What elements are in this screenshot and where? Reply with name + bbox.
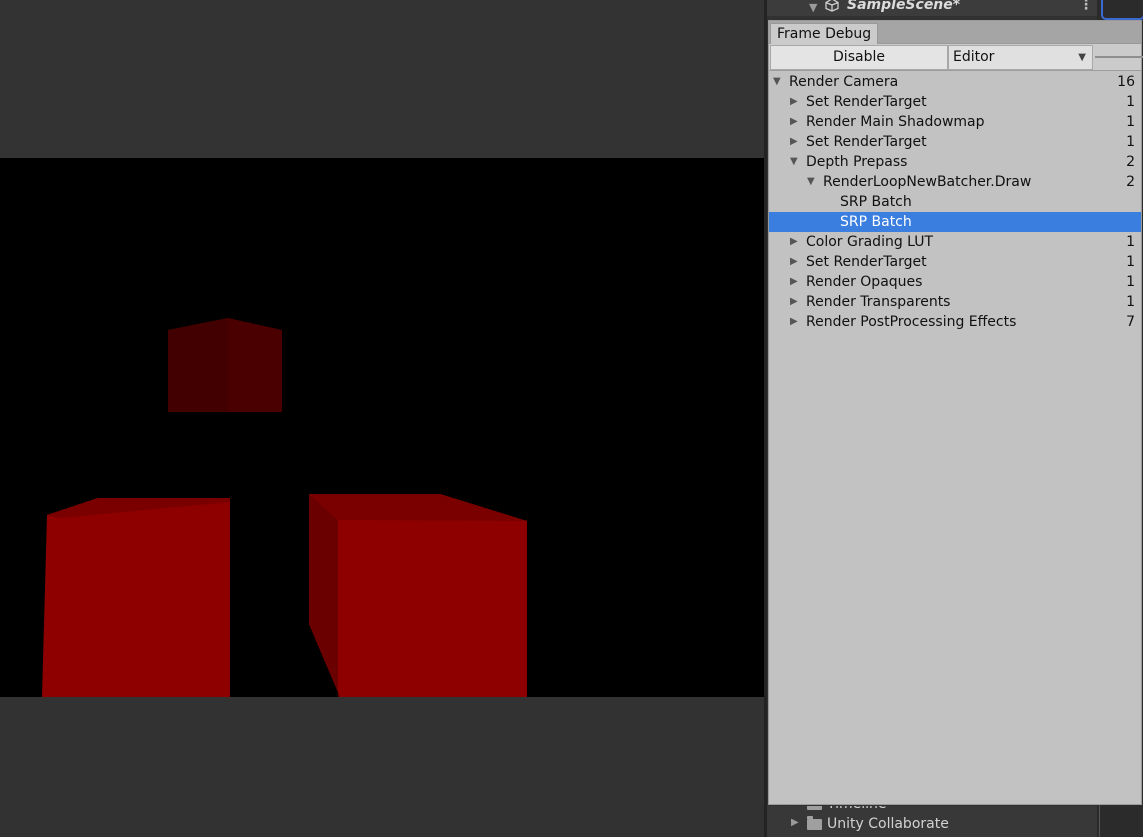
event-draw-count: 1 [1126,94,1135,110]
game-view-bottom-margin [0,697,765,837]
unity-scene-icon [825,0,839,12]
event-row[interactable]: ▶ Render PostProcessing Effects 7 [769,312,1141,332]
event-label: Render Opaques [806,274,923,290]
event-draw-count: 1 [1126,274,1135,290]
event-draw-count: 1 [1126,234,1135,250]
event-draw-count: 7 [1126,314,1135,330]
event-label: Render Transparents [806,294,951,310]
event-label: Render Main Shadowmap [806,114,985,130]
frame-debug-toolbar: Disable Editor ▼ [769,44,1143,71]
target-dropdown-value: Editor [953,49,995,65]
event-label: SRP Batch [840,214,912,230]
triangle-right-icon[interactable]: ▶ [790,232,798,252]
scroll-track [1099,804,1100,837]
event-draw-count: 1 [1126,254,1135,270]
event-row[interactable]: ▶ Set RenderTarget 1 [769,252,1141,272]
event-label: RenderLoopNewBatcher.Draw [823,174,1032,190]
event-row[interactable]: ▶ Render Opaques 1 [769,272,1141,292]
triangle-right-icon[interactable]: ▶ [790,292,798,312]
triangle-right-icon[interactable]: ▶ [790,312,798,332]
event-row[interactable]: ▼ RenderLoopNewBatcher.Draw 2 [769,172,1141,192]
event-label: Color Grading LUT [806,234,934,250]
game-view[interactable] [0,0,765,837]
event-row[interactable]: ▼ Render Camera 16 [769,72,1141,92]
event-label: Set RenderTarget [806,134,927,150]
event-slider[interactable] [1095,56,1143,58]
event-draw-count: 2 [1126,154,1135,170]
frame-debug-window: Frame Debug Disable Editor ▼ ▼ Render Cam… [768,20,1143,805]
triangle-right-icon[interactable]: ▶ [790,92,798,112]
scene-name: SampleScene* [847,0,961,13]
kebab-menu-icon[interactable]: ⋮ [1079,0,1093,13]
triangle-down-icon[interactable]: ▼ [790,152,798,172]
event-draw-count: 16 [1117,74,1135,90]
event-label: Render PostProcessing Effects [806,314,1017,330]
event-label: Depth Prepass [806,154,908,170]
folder-icon [807,816,822,830]
hierarchy-list: ▶ Timeline ▶ Unity Collaborate [767,806,1097,837]
event-draw-count: 1 [1126,134,1135,150]
event-draw-count: 2 [1126,174,1135,190]
triangle-down-icon[interactable]: ▼ [809,1,817,14]
triangle-right-icon[interactable]: ▶ [790,112,798,132]
list-item-label: Unity Collaborate [827,816,949,832]
render-viewport[interactable] [0,158,764,697]
event-row[interactable]: ▶ Set RenderTarget 1 [769,132,1141,152]
event-row[interactable]: ▼ Depth Prepass 2 [769,152,1141,172]
event-row[interactable]: ▶ Render Transparents 1 [769,292,1141,312]
hierarchy-scene-header[interactable]: ▼ SampleScene* ⋮ [767,0,1097,16]
window-tab-bar: Frame Debug [769,21,1141,44]
triangle-down-icon[interactable]: ▼ [773,72,781,92]
event-label: Set RenderTarget [806,94,927,110]
scene-render [42,318,527,697]
event-row[interactable]: SRP Batch [769,192,1141,212]
game-view-top-margin [0,0,765,158]
panel-divider[interactable] [764,0,767,837]
event-label: Render Camera [789,74,899,90]
event-label: SRP Batch [840,194,912,210]
triangle-right-icon[interactable]: ▶ [790,132,798,152]
right-cube [309,494,527,697]
left-cube [42,498,230,697]
event-row[interactable]: SRP Batch [769,212,1141,232]
triangle-down-icon[interactable]: ▼ [807,172,815,192]
chevron-down-icon: ▼ [1078,52,1086,63]
event-label: Set RenderTarget [806,254,927,270]
far-cube [168,318,282,412]
triangle-right-icon[interactable]: ▶ [790,252,798,272]
disable-button[interactable]: Disable [770,45,948,70]
collab-tab-icon[interactable] [1101,0,1143,20]
target-dropdown[interactable]: Editor ▼ [948,45,1093,70]
event-row[interactable]: ▶ Color Grading LUT 1 [769,232,1141,252]
event-draw-count: 1 [1126,294,1135,310]
event-draw-count: 1 [1126,114,1135,130]
list-item[interactable]: ▶ Unity Collaborate [767,814,1097,834]
event-row[interactable]: ▶ Set RenderTarget 1 [769,92,1141,112]
triangle-right-icon[interactable]: ▶ [790,272,798,292]
tab-frame-debug[interactable]: Frame Debug [770,23,879,44]
triangle-right-icon[interactable]: ▶ [791,817,799,828]
event-row[interactable]: ▶ Render Main Shadowmap 1 [769,112,1141,132]
